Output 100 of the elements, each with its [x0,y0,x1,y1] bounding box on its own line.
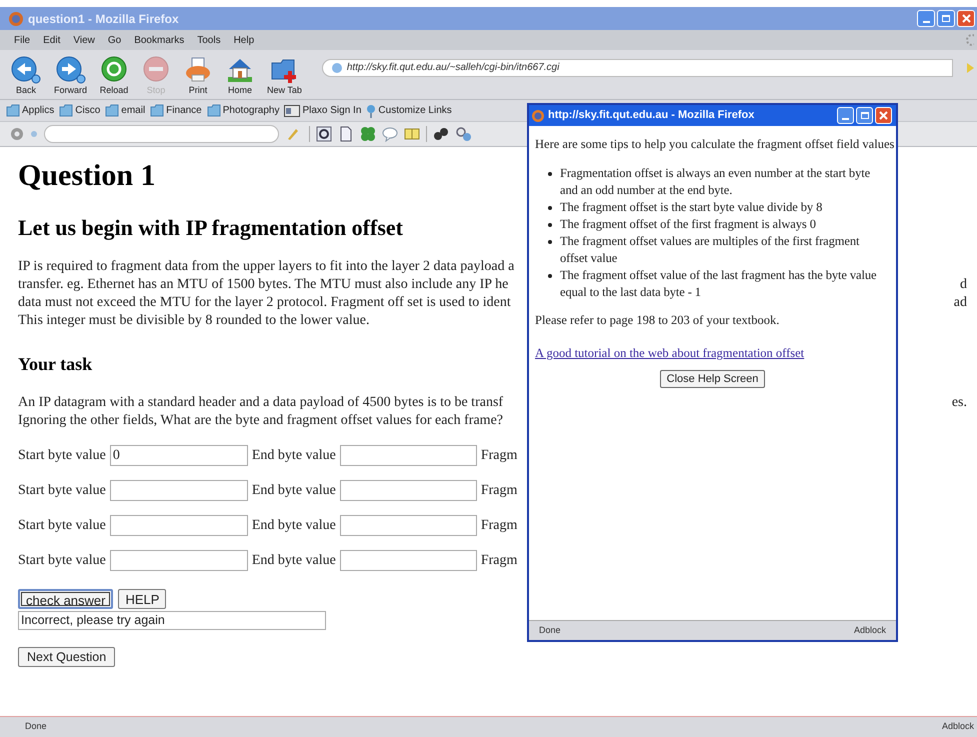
tip-text: The fragment offset values are multiples of the first fragment offset value [560,233,860,267]
card-icon [284,104,300,116]
close-button[interactable] [875,107,892,124]
forward-arrow-icon [54,54,86,84]
toolbar-button[interactable]: Home [225,54,256,94]
menu-item[interactable]: Go [108,32,122,48]
menu-item[interactable]: Help [234,32,254,48]
radio-dot-icon [30,130,38,138]
paragraph-line: IP is required to fragment data from the upper layers to fit into the layer 2 data payload a [18,258,514,276]
menu-item[interactable]: Edit [43,32,60,48]
window-title: http://sky.fit.qut.edu.au - Mozilla Firefox [548,108,754,124]
maximize-button[interactable] [856,107,873,124]
back-arrow-icon [10,54,42,84]
section-heading: Your task [18,353,92,375]
globe-icon [330,62,343,74]
pin-icon [366,104,376,118]
bookmark-folder-icon [105,104,120,118]
close-button[interactable] [957,10,975,27]
field-label: Start byte value [18,482,106,500]
search-icon[interactable] [455,126,473,142]
tip-text: The fragment offset of the first fragment is always 0 [560,216,816,233]
bookmark-link[interactable]: Cisco [59,103,100,118]
bookmark-folder-icon [150,104,164,118]
paragraph-line: This integer must be divisible by 8 rounded to the lower value. [18,312,370,330]
field-label: End byte value [252,517,336,535]
browser-logo-icon [8,10,24,26]
tip-text: Fragmentation offset is always an even number at the start byte and an odd number at the end byte. [560,165,872,199]
document-icon[interactable] [338,126,354,142]
text-field[interactable] [340,550,477,571]
status-text: Done [539,624,561,637]
adblock-label[interactable]: Adblock [942,720,974,734]
next-question-button[interactable]: Next Question [18,647,116,667]
bookmark-link[interactable]: email [105,103,146,118]
close-icon [962,14,970,23]
text-field[interactable] [110,515,248,536]
text-field[interactable] [340,480,477,501]
field-label: Start byte value [18,517,106,535]
window-title: question1 - Mozilla Firefox [28,10,179,28]
address-field[interactable]: http://sky.fit.qut.edu.au/~salleh/cgi-bin/itn667.cgi [322,58,953,76]
form-button[interactable]: check answer [18,589,114,609]
paragraph-line: An IP datagram with a standard header and a data payload of 4500 bytes is to be transf [18,394,504,412]
field-label: End byte value [252,552,336,570]
bullet-icon [548,240,552,244]
speech-bubble-icon[interactable] [382,126,398,142]
toolbar-button[interactable]: New Tab [267,54,302,94]
toolbar-button[interactable]: Reload [99,54,130,94]
bookmark-link[interactable]: Customize Links [366,103,452,118]
search-field[interactable] [44,125,279,143]
bullet-icon [548,274,552,278]
text-field[interactable] [110,550,248,571]
bookmark-link[interactable]: Plaxo Sign In [284,103,362,118]
toolbar-button[interactable]: Print [183,54,214,94]
field-label: End byte value [252,482,336,500]
form-button[interactable]: HELP [118,589,166,609]
menu-item[interactable]: Bookmarks [134,32,184,48]
book-icon[interactable] [404,126,420,142]
bookmark-folder-icon [206,104,221,118]
text-field[interactable] [340,515,477,536]
paragraph-line: data must not exceed the MTU for the layer 2 protocol. Fragment off set is used to ident [18,294,511,312]
field-label: Fragm [480,552,518,570]
bookmark-link[interactable]: Finance [150,103,202,118]
browser-logo-icon [531,108,545,122]
text-field[interactable]: 0 [110,445,248,466]
paragraph-line: es. [952,394,967,412]
close-icon [879,111,888,120]
maximize-button[interactable] [937,10,955,27]
clover-icon[interactable] [360,126,376,142]
bookmark-link[interactable]: Photography [206,103,280,118]
result-field[interactable]: Incorrect, please try again [18,611,326,630]
throbber-icon [964,33,974,47]
paragraph-line: d [960,276,967,294]
adblock-label[interactable]: Adblock [854,624,886,638]
text-field[interactable] [110,480,248,501]
stop-icon [141,54,172,84]
bookmark-link[interactable]: Applics [6,103,54,118]
close-help-button[interactable]: Close Help Screen [660,370,766,388]
bullet-icon [548,172,552,176]
toolbar-button[interactable]: Forward [54,54,88,94]
menu-item[interactable]: File [14,32,30,48]
bookmark-folder-icon [59,104,74,118]
field-label: Fragm [480,447,518,465]
toolbar-button[interactable]: Back [10,54,42,94]
page-heading: Question 1 [18,159,156,193]
highlighter-icon[interactable] [285,127,299,141]
bullet-icon [548,206,552,210]
menu-item[interactable]: View [73,32,95,48]
tutorial-link[interactable]: A good tutorial on the web about fragmentation offset [535,345,890,362]
reference-text: Please refer to page 198 to 203 of your textbook. [535,312,780,329]
minimize-button[interactable] [917,10,935,27]
field-label: Start byte value [18,552,106,570]
reload-icon [99,54,130,84]
paragraph-line: transfer. eg. Ethernet has an MTU of 1500 bytes. The MTU must also include any IP he [18,276,508,294]
text-field[interactable] [340,445,477,466]
menu-item[interactable]: Tools [197,32,221,48]
tip-text: The fragment offset is the start byte value divide by 8 [560,199,822,216]
paragraph-line: ad [954,294,967,312]
bookmark-folder-icon [6,104,20,118]
tip-text: The fragment offset value of the last fragment has the byte value equal to the last data byte - 1 [560,267,878,301]
field-label: Fragm [480,517,518,535]
minimize-button[interactable] [837,107,854,124]
